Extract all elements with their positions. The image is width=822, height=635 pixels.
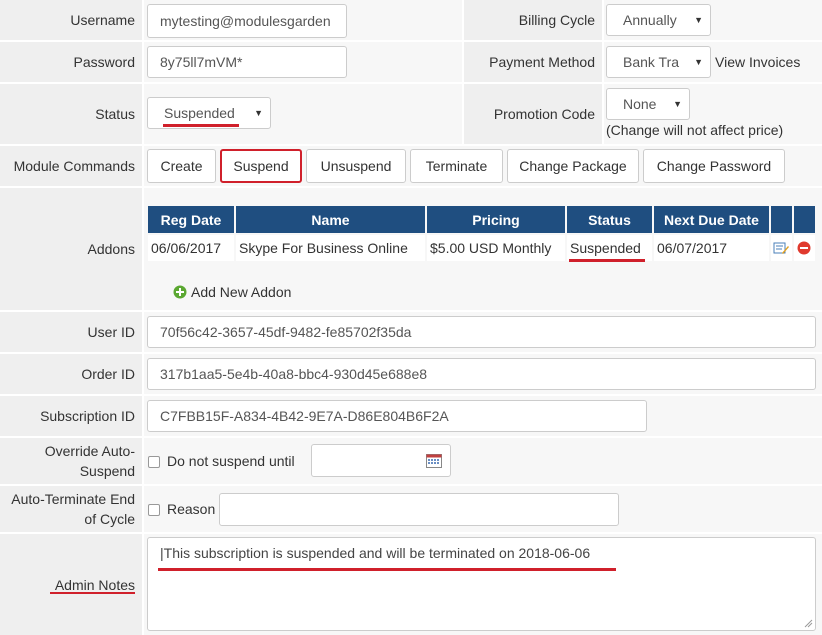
add-new-addon-link[interactable]: Add New Addon: [173, 284, 291, 300]
username-label: Username: [0, 0, 142, 40]
addon-pricing: $5.00 USD Monthly: [427, 235, 565, 261]
plus-icon: [173, 285, 187, 299]
edit-icon[interactable]: [771, 235, 792, 261]
view-invoices-link[interactable]: View Invoices: [715, 54, 800, 70]
delete-icon[interactable]: [794, 235, 815, 261]
user-id-input[interactable]: 70f56c42-3657-45df-9482-fe85702f35da: [147, 316, 816, 348]
caret-down-icon: ▼: [673, 99, 682, 109]
addon-reg-date: 06/06/2017: [148, 235, 234, 261]
terminate-button[interactable]: Terminate: [410, 149, 503, 183]
caret-down-icon: ▼: [694, 15, 703, 25]
addon-name: Skype For Business Online: [236, 235, 425, 261]
caret-down-icon: ▼: [254, 108, 263, 118]
status-label: Status: [0, 84, 142, 144]
reason-label: Reason: [167, 501, 216, 517]
promotion-note: (Change will not affect price): [606, 122, 784, 138]
override-auto-suspend-checkbox[interactable]: [148, 456, 160, 468]
admin-notes-textarea[interactable]: |This subscription is suspended and will…: [147, 537, 816, 631]
col-delete: [794, 206, 815, 233]
col-pricing: Pricing: [427, 206, 565, 233]
promotion-code-label: Promotion Code: [464, 84, 602, 144]
payment-method-label: Payment Method: [464, 42, 602, 82]
reason-input[interactable]: [219, 493, 619, 526]
order-id-label: Order ID: [0, 354, 142, 394]
auto-terminate-label: Auto-Terminate End of Cycle: [0, 486, 142, 532]
order-id-input[interactable]: 317b1aa5-5e4b-40a8-bbc4-930d45e688e8: [147, 358, 816, 390]
override-auto-suspend-label: Override Auto-Suspend: [0, 438, 142, 484]
change-password-button[interactable]: Change Password: [643, 149, 785, 183]
addons-label: Addons: [0, 188, 142, 310]
admin-notes-label: Admin Notes: [0, 534, 142, 635]
password-input[interactable]: 8y75ll7mVM*: [147, 46, 347, 78]
col-next-due: Next Due Date: [654, 206, 769, 233]
do-not-suspend-label: Do not suspend until: [167, 453, 295, 469]
payment-method-select[interactable]: Bank Tra ▼: [606, 46, 711, 78]
auto-terminate-checkbox[interactable]: [148, 504, 160, 516]
password-label: Password: [0, 42, 142, 82]
unsuspend-button[interactable]: Unsuspend: [306, 149, 406, 183]
caret-down-icon: ▼: [694, 57, 703, 67]
billing-cycle-label: Billing Cycle: [464, 0, 602, 40]
create-button[interactable]: Create: [147, 149, 216, 183]
col-name: Name: [236, 206, 425, 233]
addon-next-due: 06/07/2017: [654, 235, 769, 261]
resize-handle-icon[interactable]: [804, 619, 813, 628]
promotion-code-select[interactable]: None ▼: [606, 88, 690, 120]
col-status: Status: [567, 206, 652, 233]
billing-cycle-select[interactable]: Annually ▼: [606, 4, 711, 36]
subscription-id-input[interactable]: C7FBB15F-A834-4B42-9E7A-D86E804B6F2A: [147, 400, 647, 432]
suspend-button[interactable]: Suspend: [220, 149, 302, 183]
col-reg-date: Reg Date: [148, 206, 234, 233]
calendar-icon[interactable]: [426, 453, 442, 468]
subscription-id-label: Subscription ID: [0, 396, 142, 436]
username-input[interactable]: mytesting@modulesgarden: [147, 4, 347, 38]
user-id-label: User ID: [0, 312, 142, 352]
module-commands-label: Module Commands: [0, 146, 142, 186]
col-edit: [771, 206, 792, 233]
suspend-until-date-input[interactable]: [311, 444, 451, 477]
change-package-button[interactable]: Change Package: [507, 149, 639, 183]
addon-status: Suspended: [567, 235, 652, 261]
